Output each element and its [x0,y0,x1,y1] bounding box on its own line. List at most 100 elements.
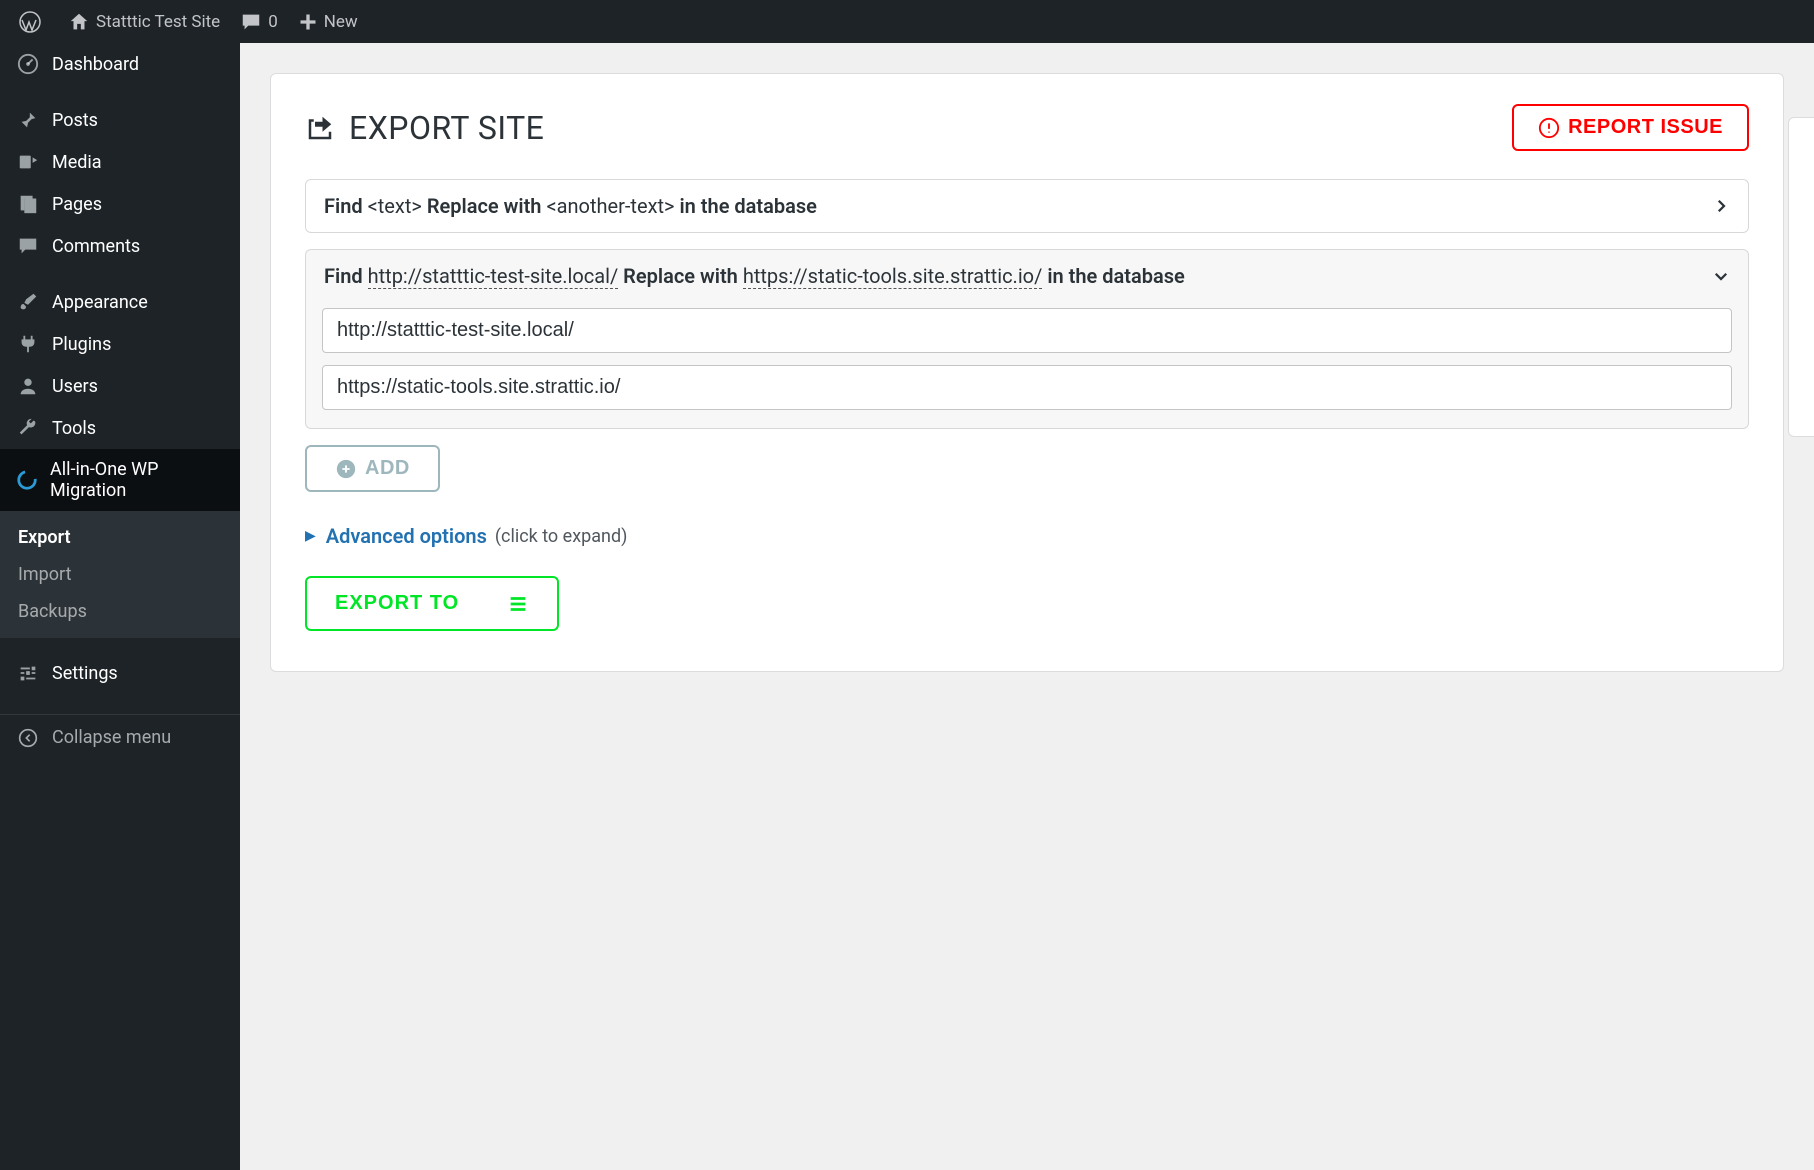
sidebar-item-label: Media [52,152,102,173]
find-label: Find [324,264,363,288]
right-panel-stub [1788,117,1814,437]
export-panel: EXPORT SITE REPORT ISSUE Find <text> Rep… [270,73,1784,672]
advanced-label: Advanced options [326,524,487,548]
menu-separator [0,638,240,652]
sidebar-item-label: Settings [52,663,118,684]
sidebar-item-label: Appearance [52,292,148,313]
rule-summary: Find http://statttic-test-site.local/ Re… [324,264,1185,288]
add-rule-button[interactable]: ADD [305,445,440,492]
sidebar-item-label: Users [52,376,98,397]
panel-header: EXPORT SITE REPORT ISSUE [305,104,1749,151]
rule-body [306,302,1748,428]
sidebar-item-settings[interactable]: Settings [0,652,240,694]
report-issue-button[interactable]: REPORT ISSUE [1512,104,1749,151]
sidebar-item-label: Dashboard [52,54,139,75]
pin-icon [14,109,42,131]
advanced-options-toggle[interactable]: ▶ Advanced options (click to expand) [305,524,1749,548]
find-label: Find [324,194,363,218]
rule-summary: Find <text> Replace with <another-text> … [324,194,817,218]
panel-title: EXPORT SITE [305,109,544,147]
sidebar-submenu: Export Import Backups [0,511,240,638]
dashboard-icon [14,53,42,75]
home-icon [68,11,90,33]
admin-sidebar: Dashboard Posts Media Pages Comments App… [0,43,240,1170]
chevron-down-icon [1712,267,1730,285]
find-replace-rule-expanded: Find http://statttic-test-site.local/ Re… [305,249,1749,429]
user-icon [14,375,42,397]
collapse-menu[interactable]: Collapse menu [0,714,240,760]
media-icon [14,151,42,173]
page-icon [14,193,42,215]
export-icon [305,113,335,143]
comment-menu-icon [14,235,42,257]
sliders-icon [14,662,42,684]
collapse-label: Collapse menu [52,727,171,748]
submenu-label: Backups [18,601,87,622]
replace-url: https://static-tools.site.strattic.io/ [743,264,1043,289]
admin-bar: Statttic Test Site 0 New [0,0,1814,43]
rule-suffix: in the database [679,194,816,218]
collapse-icon [14,728,42,748]
brush-icon [14,291,42,313]
submenu-item-export[interactable]: Export [0,519,240,556]
alert-icon [1538,117,1560,139]
submenu-item-backups[interactable]: Backups [0,593,240,630]
rule-header[interactable]: Find http://statttic-test-site.local/ Re… [306,250,1748,302]
plus-icon [298,12,318,32]
comment-icon [240,11,262,33]
find-url: http://statttic-test-site.local/ [368,264,619,289]
sidebar-item-comments[interactable]: Comments [0,225,240,267]
replace-input[interactable] [322,365,1732,410]
comments-count: 0 [268,12,278,32]
hamburger-icon [507,593,529,615]
replace-placeholder: <another-text> [546,194,674,218]
sidebar-item-label: All-in-One WP Migration [50,459,226,501]
plus-circle-icon [335,458,357,480]
advanced-hint: (click to expand) [495,526,628,547]
replace-label: Replace with [623,264,738,288]
find-replace-rule-collapsed: Find <text> Replace with <another-text> … [305,179,1749,233]
rule-header[interactable]: Find <text> Replace with <another-text> … [306,180,1748,232]
sidebar-item-label: Posts [52,110,98,131]
export-to-label: EXPORT TO [335,592,459,615]
sidebar-item-appearance[interactable]: Appearance [0,281,240,323]
wrench-icon [14,417,42,439]
sidebar-item-users[interactable]: Users [0,365,240,407]
caret-right-icon: ▶ [305,528,316,544]
site-title: Statttic Test Site [96,12,220,32]
content-area: EXPORT SITE REPORT ISSUE Find <text> Rep… [240,43,1814,1170]
replace-label: Replace with [427,194,542,218]
submenu-label: Export [18,527,71,548]
new-content-link[interactable]: New [288,0,368,43]
submenu-item-import[interactable]: Import [0,556,240,593]
new-label: New [324,12,358,32]
sidebar-item-media[interactable]: Media [0,141,240,183]
add-label: ADD [365,457,410,480]
menu-separator [0,85,240,99]
find-placeholder: <text> [368,194,422,218]
find-input[interactable] [322,308,1732,353]
sidebar-item-label: Comments [52,236,140,257]
submenu-label: Import [18,564,71,585]
sidebar-item-label: Tools [52,418,96,439]
sidebar-item-label: Pages [52,194,102,215]
sidebar-item-pages[interactable]: Pages [0,183,240,225]
wordpress-icon [18,10,42,34]
rule-suffix: in the database [1047,264,1184,288]
sidebar-item-posts[interactable]: Posts [0,99,240,141]
sidebar-item-dashboard[interactable]: Dashboard [0,43,240,85]
sidebar-item-aiowpm[interactable]: All-in-One WP Migration [0,449,240,511]
comments-link[interactable]: 0 [230,0,288,43]
chevron-right-icon [1712,197,1730,215]
plug-icon [14,333,42,355]
sidebar-item-plugins[interactable]: Plugins [0,323,240,365]
panel-title-text: EXPORT SITE [349,109,544,147]
wp-logo[interactable] [8,0,58,43]
export-to-button[interactable]: EXPORT TO [305,576,559,631]
report-issue-label: REPORT ISSUE [1568,116,1723,139]
sidebar-item-label: Plugins [52,334,111,355]
menu-separator [0,267,240,281]
sidebar-item-tools[interactable]: Tools [0,407,240,449]
site-link[interactable]: Statttic Test Site [58,0,230,43]
migration-icon [14,469,40,491]
